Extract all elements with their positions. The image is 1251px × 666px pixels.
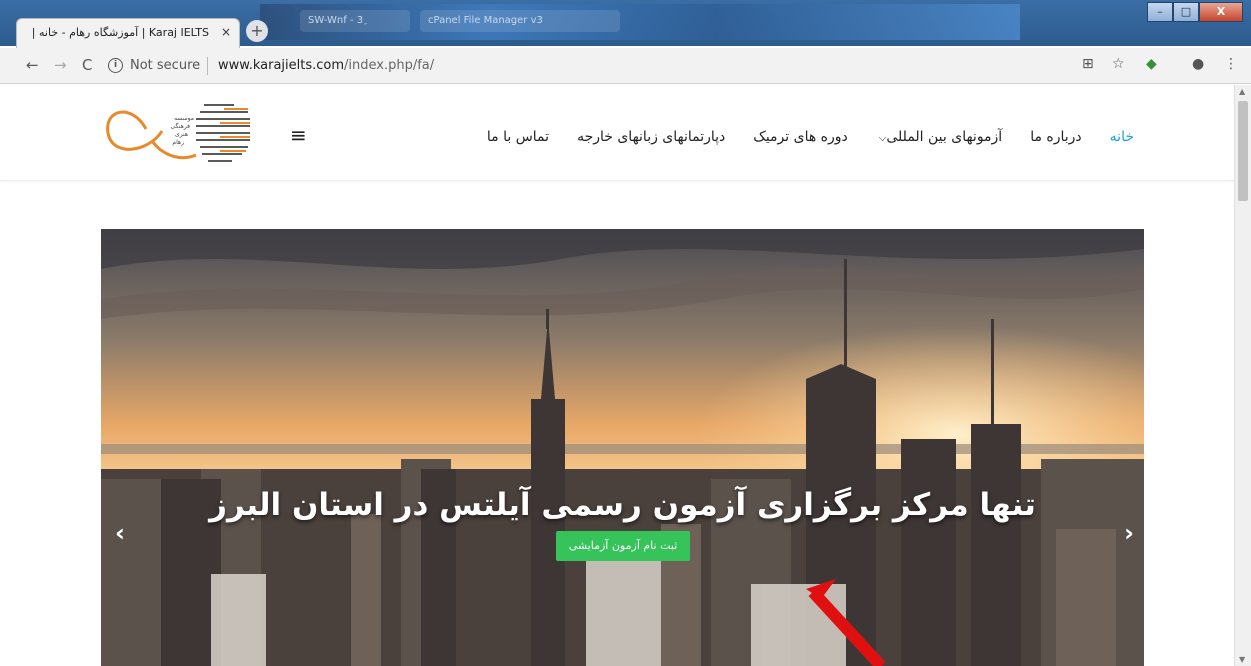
site-logo[interactable]: موسسه فرهنگی هنری رهام bbox=[104, 95, 254, 167]
address-bar[interactable]: i Not secure www.karajielts.com/index.ph… bbox=[104, 53, 1220, 79]
address-divider bbox=[207, 57, 208, 75]
nav-item-international-exams[interactable]: آزمونهای بین المللی⌵ bbox=[876, 129, 1002, 153]
nav-item-departments[interactable]: دپارتمانهای زبانهای خارجه bbox=[577, 129, 725, 153]
maximize-button[interactable]: □ bbox=[1173, 2, 1199, 22]
background-tab-1[interactable]: SW-Wnf - 3ِ bbox=[300, 10, 410, 32]
translate-icon[interactable]: ⊞ bbox=[1082, 56, 1094, 72]
extension-icon[interactable]: ◆ bbox=[1146, 56, 1157, 72]
scroll-down-icon[interactable]: ▼ bbox=[1239, 655, 1245, 664]
logo-word-2: فرهنگی bbox=[171, 122, 191, 130]
hamburger-icon[interactable]: ≡ bbox=[290, 123, 307, 147]
window-controls: – □ X bbox=[1147, 2, 1243, 24]
menu-kebab-icon[interactable]: ⋮ bbox=[1224, 56, 1238, 72]
profile-avatar[interactable]: ● bbox=[1192, 56, 1204, 72]
back-button[interactable]: ← bbox=[26, 56, 39, 74]
slider-next-icon[interactable]: › bbox=[1124, 519, 1134, 547]
main-nav: خانه درباره ما آزمونهای بین المللی⌵ دوره… bbox=[344, 129, 1134, 153]
tab-close-icon[interactable]: × bbox=[221, 25, 231, 39]
register-mock-exam-button[interactable]: ثبت نام آزمون آزمایشی bbox=[556, 531, 690, 561]
scrollbar-thumb[interactable] bbox=[1238, 101, 1248, 201]
url-path: /index.php/fa/ bbox=[344, 58, 435, 73]
nav-item-home[interactable]: خانه bbox=[1110, 129, 1134, 153]
scroll-up-icon[interactable]: ▲ bbox=[1239, 87, 1245, 96]
close-window-button[interactable]: X bbox=[1199, 2, 1243, 22]
background-tab-1-title: SW-Wnf - 3ِ bbox=[308, 15, 364, 26]
forward-button[interactable]: → bbox=[54, 56, 67, 74]
reload-button[interactable]: C bbox=[82, 56, 92, 74]
nav-item-about[interactable]: درباره ما bbox=[1030, 129, 1081, 153]
info-icon[interactable]: i bbox=[108, 58, 123, 73]
bookmark-star-icon[interactable]: ☆ bbox=[1112, 56, 1125, 72]
city-skyline-image bbox=[101, 229, 1144, 666]
nav-item-term-courses[interactable]: دوره های ترمیک bbox=[753, 129, 847, 153]
background-tab-2-title: cPanel File Manager v3 bbox=[428, 15, 543, 26]
nav-item-contact[interactable]: تماس با ما bbox=[487, 129, 549, 153]
security-indicator[interactable]: Not secure bbox=[130, 58, 200, 73]
active-tab[interactable]: Karaj IELTS | آموزشگاه رهام - خانه | ...… bbox=[16, 18, 240, 48]
url-host: www.karajielts.com bbox=[218, 58, 345, 73]
logo-word-1: موسسه bbox=[174, 115, 194, 122]
logo-word-3: هنری bbox=[175, 131, 188, 138]
browser-titlebar: SW-Wnf - 3ِ cPanel File Manager v3 Karaj… bbox=[0, 0, 1251, 48]
site-header: موسسه فرهنگی هنری رهام ≡ خانه درباره ما … bbox=[0, 85, 1234, 181]
page-viewport: موسسه فرهنگی هنری رهام ≡ خانه درباره ما … bbox=[0, 85, 1234, 666]
hero-slider: ‹ › تنها مرکز برگزاری آزمون رسمی آیلتس د… bbox=[101, 229, 1144, 666]
minimize-button[interactable]: – bbox=[1147, 2, 1173, 22]
page-scrollbar[interactable]: ▲ ▼ bbox=[1234, 85, 1251, 666]
slider-prev-icon[interactable]: ‹ bbox=[115, 519, 125, 547]
url-text[interactable]: www.karajielts.com/index.php/fa/ bbox=[218, 58, 434, 73]
hero-title: تنها مرکز برگزاری آزمون رسمی آیلتس در اس… bbox=[209, 487, 1036, 523]
logo-word-4: رهام bbox=[172, 139, 184, 146]
tab-title: Karaj IELTS | آموزشگاه رهام - خانه | ...… bbox=[31, 26, 209, 39]
background-tab-2[interactable]: cPanel File Manager v3 bbox=[420, 10, 620, 32]
nav-item-international-exams-label: آزمونهای بین المللی bbox=[886, 129, 1003, 145]
new-tab-button[interactable]: + bbox=[246, 20, 268, 42]
browser-toolbar: ← → C i Not secure www.karajielts.com/in… bbox=[0, 48, 1251, 84]
